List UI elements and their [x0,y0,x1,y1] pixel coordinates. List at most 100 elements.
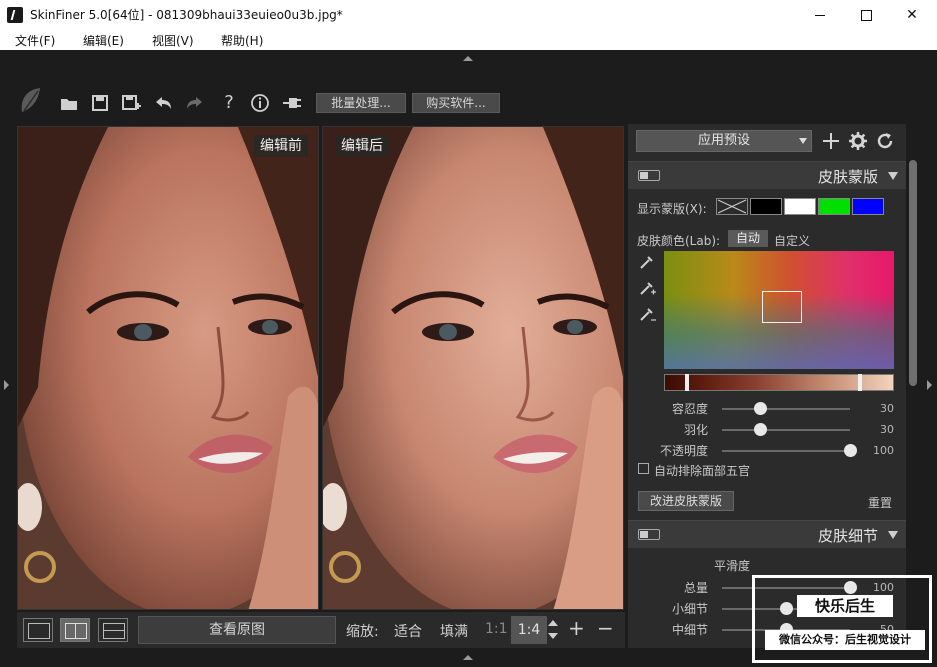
slider-knob[interactable] [754,423,768,436]
redo-icon[interactable] [184,92,206,114]
save-as-icon[interactable] [120,92,142,114]
slider-label: 容忍度 [671,402,708,416]
zoom-out-button[interactable]: − [597,616,614,640]
skin-color-auto-button[interactable]: 自动 [728,230,768,247]
undo-icon[interactable] [152,92,174,114]
eyedropper-subtract-icon[interactable] [638,305,656,323]
buy-software-button[interactable]: 购买软件... [412,93,500,113]
slider-value: 100 [873,444,894,457]
mask-white-swatch[interactable] [784,198,816,215]
zoom-up-icon[interactable] [548,620,558,626]
skin-color-label: 皮肤颜色(Lab): [637,234,721,248]
mask-none-swatch[interactable] [716,198,748,215]
slider-label: 中细节 [671,623,708,637]
mask-blue-swatch[interactable] [852,198,884,215]
chevron-down-icon[interactable] [888,531,898,539]
lab-selection-rect[interactable] [762,291,802,323]
refresh-icon[interactable] [874,130,896,152]
help-icon[interactable]: ? [218,92,240,114]
collapse-top-arrow-icon[interactable] [463,56,473,61]
after-label: 编辑后 [335,135,389,157]
slider-label: 小细节 [671,602,708,616]
title-bar: SkinFiner 5.0[64位] - 081309bhaui33euieo0… [0,0,937,30]
watermark-line1: 快乐后生 [797,595,893,617]
gear-icon[interactable] [847,130,869,152]
menu-edit[interactable]: 编辑(E) [83,31,124,50]
skin-detail-toggle[interactable] [638,529,660,540]
skin-mask-toggle[interactable] [638,170,660,181]
menu-view[interactable]: 视图(V) [152,31,194,50]
collapse-left-arrow-icon[interactable] [4,380,9,390]
preset-select[interactable]: 应用预设 [636,130,812,152]
skin-mask-title: 皮肤蒙版 [817,168,878,186]
plugin-icon[interactable] [281,92,303,114]
save-icon[interactable] [89,92,111,114]
skin-detail-header[interactable]: 皮肤细节 [628,520,906,548]
view-stack-button[interactable] [98,618,128,642]
zoom-value-field[interactable]: 1:4 [511,616,547,644]
minimize-button[interactable] [797,0,843,30]
auto-exclude-label: 自动排除面部五官 [654,464,751,478]
eyedropper-icon[interactable] [638,253,656,271]
preset-row: 应用预设 [636,130,898,154]
zoom-label: 缩放: [346,624,379,640]
bottom-bar: 查看原图 缩放: 适合 填满 1:1 1:4 + − [17,612,625,648]
after-image-pane[interactable]: 编辑后 [322,126,624,610]
maximize-button[interactable] [843,0,889,30]
luminance-range-bar[interactable] [664,374,894,391]
reset-link[interactable]: 重置 [868,494,892,511]
zoom-in-button[interactable]: + [568,616,585,640]
app-window: SkinFiner 5.0[64位] - 081309bhaui33euieo0… [0,0,937,667]
panel-scrollbar-thumb[interactable] [909,160,917,386]
auto-exclude-checkbox[interactable] [638,463,649,474]
slider-label: 羽化 [683,423,708,437]
skin-mask-header[interactable]: 皮肤蒙版 [628,161,906,189]
window-title: SkinFiner 5.0[64位] - 081309bhaui33euieo0… [30,8,343,22]
close-button[interactable]: ✕ [889,0,935,30]
after-photo [323,127,623,609]
slider-track[interactable] [722,450,850,452]
menu-file[interactable]: 文件(F) [15,31,55,50]
chevron-down-icon[interactable] [888,172,898,180]
zoom-1to1-button[interactable]: 1:1 [485,621,508,637]
collapse-bottom-arrow-icon[interactable] [463,655,473,660]
slider-label: 不透明度 [659,444,708,458]
luminance-min-handle[interactable] [685,374,689,391]
slider-track[interactable] [722,429,850,431]
zoom-fit-button[interactable]: 适合 [394,621,422,641]
before-image-pane[interactable]: 编辑前 [17,126,319,610]
view-original-button[interactable]: 查看原图 [138,616,336,644]
info-icon[interactable] [249,92,271,114]
batch-process-button[interactable]: 批量处理... [316,93,406,113]
luminance-max-handle[interactable] [858,374,862,391]
chevron-down-icon [799,138,807,144]
menu-help[interactable]: 帮助(H) [221,31,263,50]
mask-black-swatch[interactable] [750,198,782,215]
toolbar: ? 批量处理... 购买软件... [16,86,616,120]
view-split-button[interactable] [60,618,90,642]
lab-color-picker[interactable] [664,251,894,369]
mask-green-swatch[interactable] [818,198,850,215]
collapse-right-arrow-icon[interactable] [927,380,932,390]
zoom-down-icon[interactable] [548,633,558,639]
view-single-button[interactable] [23,618,53,642]
slider-knob[interactable] [844,444,857,457]
zoom-fill-button[interactable]: 填满 [440,621,468,641]
skin-color-custom-button[interactable]: 自定义 [774,232,810,249]
smoothness-label: 平滑度 [714,559,751,573]
before-photo [18,127,318,609]
slider-label: 总量 [683,581,708,595]
preset-select-label: 应用预设 [697,133,750,148]
improve-mask-button[interactable]: 改进皮肤蒙版 [638,491,734,511]
slider-knob[interactable] [754,402,768,415]
eyedropper-add-icon[interactable] [638,279,656,297]
folder-open-icon[interactable] [58,92,80,114]
slider-track[interactable] [722,408,850,410]
slider-value: 30 [880,423,894,436]
show-mask-label: 显示蒙版(X): [637,202,707,216]
menu-bar: 文件(F) 编辑(E) 视图(V) 帮助(H) [0,30,937,50]
settings-panel: 应用预设 皮肤蒙版 显示蒙版(X): 皮肤颜色(Lab): 自动 自定义 容忍度… [628,124,906,648]
add-preset-icon[interactable] [820,130,842,152]
skin-detail-title: 皮肤细节 [817,527,878,545]
watermark-overlay: 快乐后生 微信公众号：后生视觉设计 [752,575,932,663]
